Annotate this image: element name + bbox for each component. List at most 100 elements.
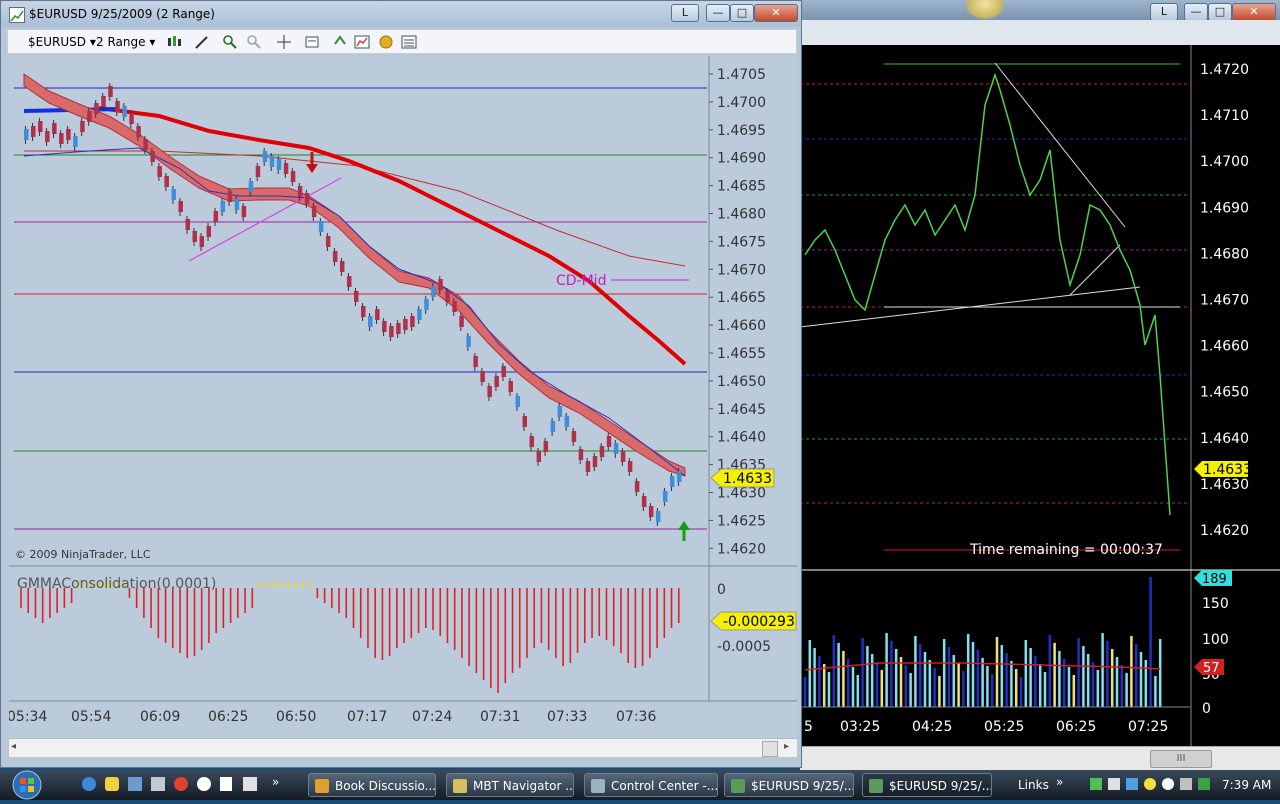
price-bar <box>564 416 570 427</box>
tray-app-icon[interactable] <box>1090 778 1102 790</box>
tray-app-icon[interactable] <box>1108 778 1120 790</box>
chart-horizontal-scrollbar[interactable]: ◂ ▸ <box>9 738 797 757</box>
price-bar <box>473 356 478 367</box>
tray-app-icon[interactable] <box>1162 778 1174 790</box>
price-tick-label: 1.4620 <box>1200 523 1249 539</box>
price-bar <box>122 106 127 117</box>
clock[interactable]: 7:39 AM <box>1222 778 1271 792</box>
task-button-3[interactable]: $EURUSD 9/25/... <box>724 773 854 797</box>
window-titlebar[interactable]: $EURUSD 9/25/2009 (2 Range) L — □ ✕ <box>1 1 801 27</box>
minimize-button[interactable]: — <box>706 4 730 22</box>
instrument-selector[interactable]: $EURUSD ▾ <box>28 35 96 49</box>
scroll-thumb[interactable]: III <box>1150 750 1212 768</box>
start-button[interactable] <box>2 770 52 800</box>
price-bar <box>318 221 324 232</box>
strategy-icon[interactable] <box>378 34 394 50</box>
price-bar <box>101 96 106 107</box>
price-tick-label: 1.4685 <box>717 179 766 195</box>
price-marker-label: 1.4633 <box>1203 462 1252 478</box>
chart-app-icon[interactable] <box>243 777 257 791</box>
maximize-button[interactable]: □ <box>1208 3 1232 21</box>
price-tick-label: 1.4625 <box>717 513 766 529</box>
close-button[interactable]: ✕ <box>1232 3 1276 21</box>
task-button-4[interactable]: $EURUSD 9/25/... <box>862 773 992 797</box>
time-tick-label: 05:25 <box>984 719 1024 735</box>
volume-marker-label: 189 <box>1202 572 1227 587</box>
price-tick-label: 1.4650 <box>1200 385 1249 401</box>
candlestick-style-icon[interactable] <box>166 34 182 50</box>
quicklaunch-app-icon[interactable] <box>197 777 211 791</box>
lock-button[interactable]: L <box>671 4 699 22</box>
zoom-in-icon[interactable] <box>222 34 238 50</box>
links-toolbar[interactable]: Links <box>1018 778 1049 792</box>
period-selector[interactable]: 2 Range ▾ <box>96 35 155 49</box>
links-more-icon[interactable]: » <box>1056 775 1063 789</box>
price-bar <box>368 316 373 327</box>
price-bar <box>438 279 443 290</box>
data-box-icon[interactable] <box>304 34 320 50</box>
quicklaunch-app-icon[interactable] <box>105 777 119 791</box>
crosshair-icon[interactable] <box>276 34 292 50</box>
tray-app-icon[interactable] <box>1126 778 1138 790</box>
volume-icon[interactable] <box>1180 778 1192 790</box>
task-button-2[interactable]: Control Center -... <box>584 773 718 797</box>
price-bar <box>136 126 141 137</box>
time-tick-label: 05:34 <box>9 709 47 725</box>
zoom-out-icon[interactable] <box>246 34 262 50</box>
background-horizontal-scrollbar[interactable]: III <box>800 746 1280 771</box>
price-bar <box>157 166 162 177</box>
chevron-down-icon: ▾ <box>89 35 96 49</box>
price-bar <box>375 309 380 320</box>
price-bar <box>669 476 675 487</box>
network-icon[interactable] <box>1198 778 1210 790</box>
lock-button[interactable]: L <box>1150 3 1178 21</box>
document-icon[interactable] <box>220 777 232 791</box>
scroll-left-icon[interactable]: ◂ <box>11 741 16 752</box>
price-tick-label: 1.4670 <box>1200 293 1249 309</box>
price-tick-label: 1.4630 <box>1200 477 1249 493</box>
reload-icon[interactable] <box>332 34 348 50</box>
tray-app-icon[interactable] <box>1144 778 1156 790</box>
price-bar <box>234 199 240 210</box>
chrome-icon[interactable] <box>174 777 188 791</box>
last-price-label: 1.4633 <box>723 471 772 487</box>
internet-explorer-icon[interactable] <box>82 777 96 791</box>
indicators-icon[interactable] <box>354 34 370 50</box>
show-desktop-icon[interactable] <box>128 777 142 791</box>
price-bar <box>396 323 401 334</box>
price-tick-label: 1.4680 <box>717 207 766 223</box>
window-switcher-icon[interactable] <box>151 777 165 791</box>
task-button-1[interactable]: MBT Navigator ... <box>446 773 574 797</box>
price-bar <box>206 226 212 237</box>
price-bar <box>543 441 549 452</box>
properties-icon[interactable] <box>401 34 417 50</box>
price-bar <box>311 206 317 217</box>
price-bar <box>241 206 247 217</box>
price-bar <box>606 436 612 447</box>
window-glow <box>965 0 1005 20</box>
price-tick-label: 1.4695 <box>717 123 766 139</box>
price-bar <box>185 219 190 230</box>
close-button[interactable]: ✕ <box>754 4 798 22</box>
price-bar <box>494 376 499 387</box>
quicklaunch-more-icon[interactable]: » <box>272 775 279 789</box>
time-tick-label: 07:24 <box>412 709 452 725</box>
volume-tick-label: 100 <box>1202 632 1229 648</box>
price-bar <box>45 131 50 142</box>
scroll-thumb[interactable] <box>762 741 778 757</box>
maximize-button[interactable]: □ <box>730 4 754 22</box>
price-bar <box>262 151 268 162</box>
price-bar <box>508 381 513 392</box>
browser-icon <box>315 779 329 793</box>
time-tick-label: 07:33 <box>547 709 587 725</box>
minimize-button[interactable]: — <box>1184 3 1208 21</box>
indicator-value-label: -0.000293 <box>723 614 795 630</box>
task-button-0[interactable]: Book Discussio... <box>308 773 436 797</box>
volume-bars <box>803 577 1162 707</box>
price-bar <box>248 181 254 192</box>
drawing-tool-icon[interactable] <box>194 34 210 50</box>
scroll-right-icon[interactable]: ▸ <box>784 741 789 752</box>
price-tick-label: 1.4720 <box>1200 62 1249 78</box>
price-bar <box>354 291 359 302</box>
price-tick-label: 1.4650 <box>717 374 766 390</box>
